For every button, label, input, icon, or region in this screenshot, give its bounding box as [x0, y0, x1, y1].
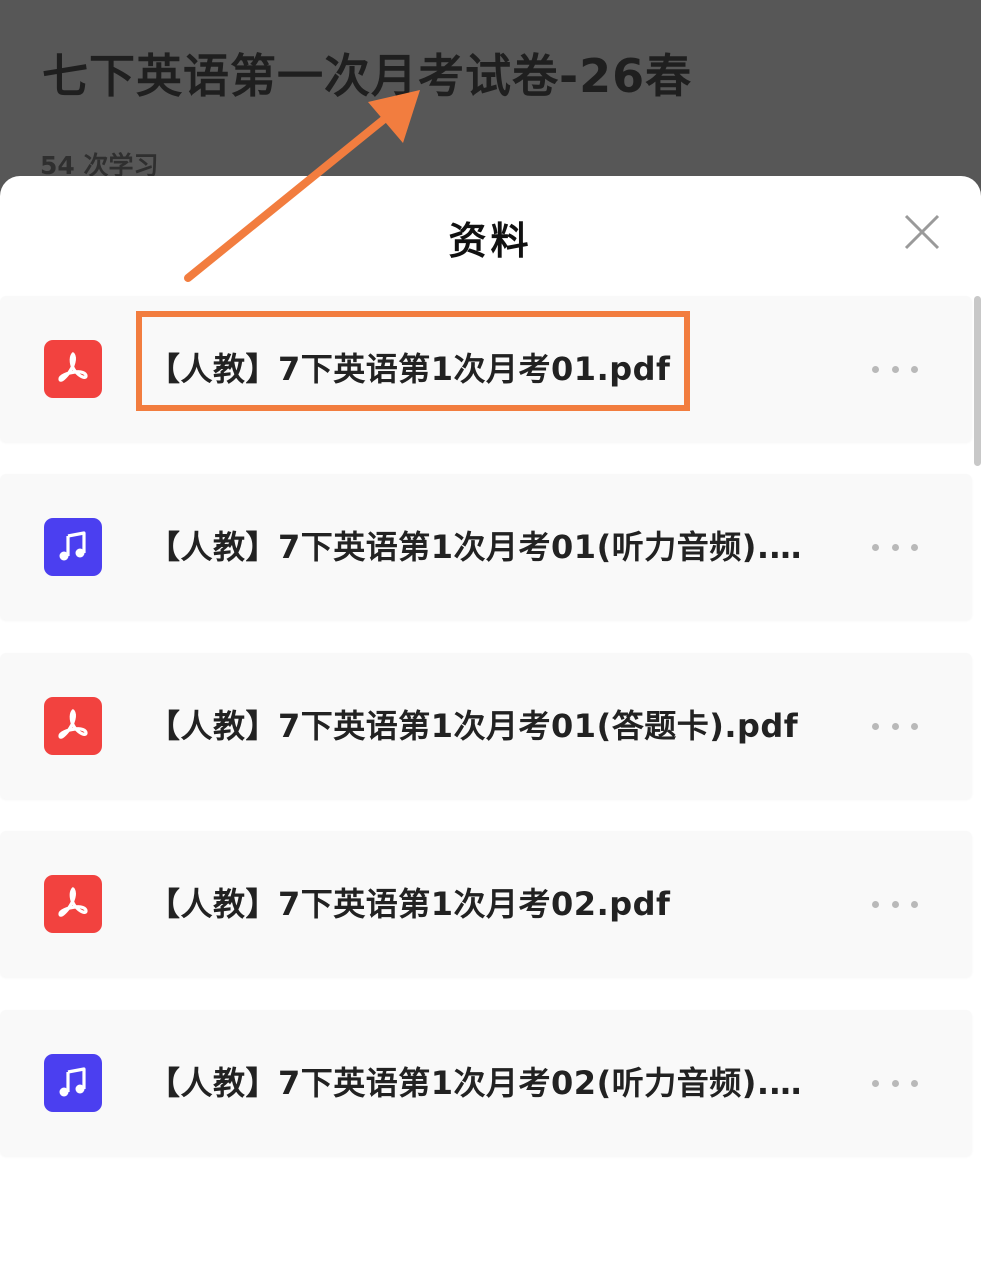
file-row[interactable]: 【人教】7下英语第1次月考01(答题卡).pdf	[0, 653, 972, 799]
more-options-button[interactable]	[872, 713, 918, 739]
more-dot	[911, 1079, 918, 1087]
pdf-icon	[44, 697, 102, 755]
file-row[interactable]: 【人教】7下英语第1次月考01(听力音频).mp3	[0, 474, 972, 620]
more-options-button[interactable]	[872, 534, 918, 560]
more-dot	[891, 722, 899, 730]
materials-sheet: 资料 【人教】7下英语第1次月考01.pdf 【人教】7下英语第1次月考01(听…	[0, 176, 981, 1280]
more-dot	[872, 543, 879, 551]
file-name: 【人教】7下英语第1次月考01(答题卡).pdf	[148, 707, 799, 745]
more-dot	[872, 722, 879, 730]
file-name: 【人教】7下英语第1次月考01(听力音频).mp3	[148, 528, 828, 566]
music-icon	[44, 1054, 102, 1112]
more-dot	[891, 543, 899, 551]
more-dot	[891, 900, 899, 908]
more-dot	[891, 365, 899, 373]
more-dot	[911, 900, 918, 908]
close-icon	[904, 214, 940, 250]
pdf-icon	[44, 875, 102, 933]
more-dot	[911, 722, 918, 730]
more-dot	[891, 1079, 899, 1087]
more-dot	[911, 365, 918, 373]
file-row[interactable]: 【人教】7下英语第1次月考01.pdf	[0, 296, 972, 442]
more-dot	[872, 1079, 879, 1087]
more-dot	[872, 900, 879, 908]
more-options-button[interactable]	[872, 1070, 918, 1096]
file-row[interactable]: 【人教】7下英语第1次月考02(听力音频).mp3	[0, 1010, 972, 1156]
file-name: 【人教】7下英语第1次月考02(听力音频).mp3	[148, 1064, 820, 1102]
pdf-icon	[44, 340, 102, 398]
file-name: 【人教】7下英语第1次月考02.pdf	[148, 885, 671, 923]
file-name: 【人教】7下英语第1次月考01.pdf	[148, 350, 671, 388]
more-options-button[interactable]	[872, 891, 918, 917]
close-button[interactable]	[898, 208, 946, 256]
more-dot	[872, 365, 879, 373]
more-dot	[911, 543, 918, 551]
music-icon	[44, 518, 102, 576]
file-row[interactable]: 【人教】7下英语第1次月考02.pdf	[0, 831, 972, 977]
sheet-title: 资料	[448, 219, 533, 263]
scrollbar[interactable]	[974, 296, 981, 466]
page-title: 七下英语第一次月考试卷-26春	[42, 49, 693, 103]
more-options-button[interactable]	[872, 356, 918, 382]
